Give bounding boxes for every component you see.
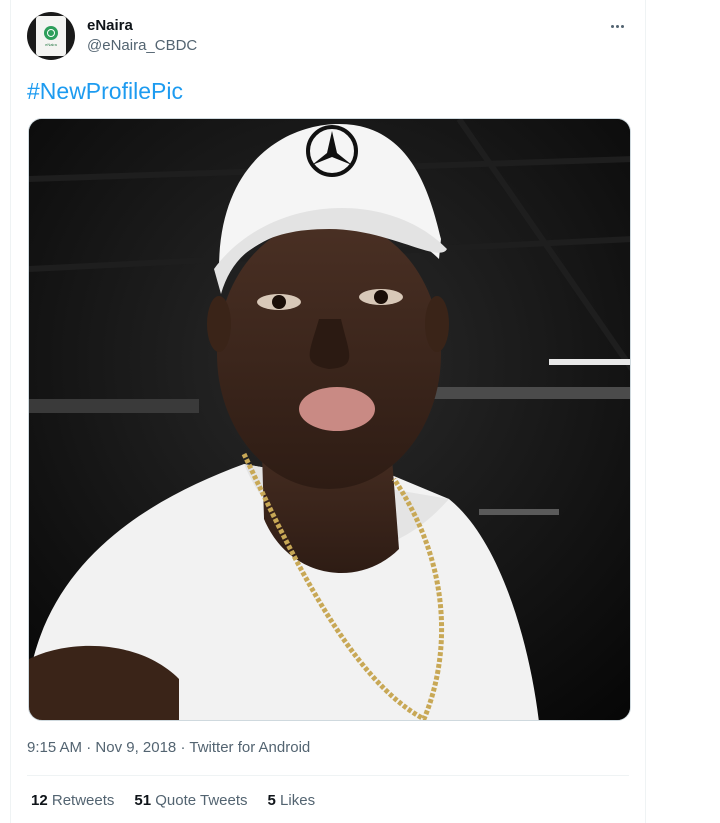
tweet-header: eNaira eNaira @eNaira_CBDC <box>27 12 629 62</box>
quote-tweets-count: 51 <box>134 792 152 809</box>
retweets-label: Retweets <box>51 792 115 809</box>
tweet-photo[interactable] <box>28 118 631 721</box>
author-handle[interactable]: @eNaira_CBDC <box>87 36 197 56</box>
likes-stat[interactable]: 5 Likes <box>268 791 316 811</box>
meta-separator: · <box>86 739 92 756</box>
author-names: eNaira @eNaira_CBDC <box>87 16 197 56</box>
tweet-card: eNaira eNaira @eNaira_CBDC #NewProfilePi… <box>10 0 646 823</box>
author-display-name[interactable]: eNaira <box>87 16 197 36</box>
author-avatar[interactable]: eNaira <box>27 12 75 60</box>
likes-count: 5 <box>267 792 276 809</box>
hashtag-link[interactable]: #NewProfilePic <box>27 76 183 106</box>
tweet-date[interactable]: Nov 9, 2018 <box>95 739 176 756</box>
quote-tweets-stat[interactable]: 51 Quote Tweets <box>134 791 247 811</box>
meta-separator: · <box>180 739 186 756</box>
tweet-metadata: 9:15 AM · Nov 9, 2018 · Twitter for Andr… <box>27 738 310 758</box>
profile-photo-image <box>29 119 630 720</box>
enaira-logo-icon: eNaira <box>36 16 66 56</box>
retweets-stat[interactable]: 12 Retweets <box>31 791 114 811</box>
more-options-icon[interactable] <box>605 14 629 38</box>
divider <box>27 775 629 776</box>
tweet-stats: 12 Retweets 51 Quote Tweets 5 Likes <box>31 791 315 811</box>
quote-tweets-label: Quote Tweets <box>155 792 248 809</box>
likes-label: Likes <box>280 792 316 809</box>
tweet-source[interactable]: Twitter for Android <box>189 739 310 756</box>
retweets-count: 12 <box>31 792 48 809</box>
tweet-time[interactable]: 9:15 AM <box>27 739 82 756</box>
